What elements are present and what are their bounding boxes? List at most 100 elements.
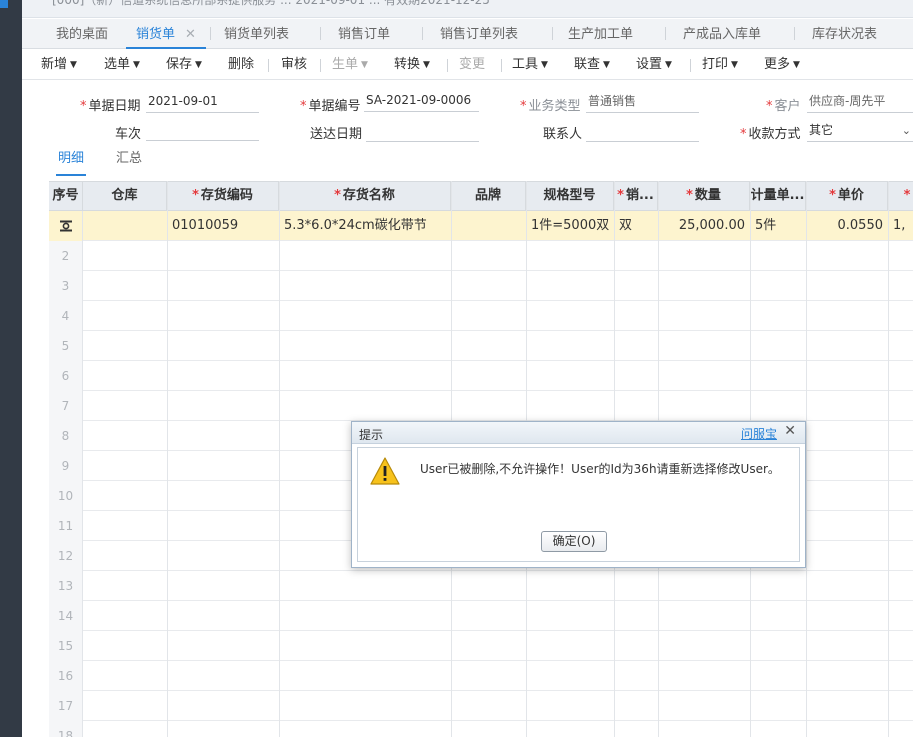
cell-qty[interactable] xyxy=(658,361,750,391)
cell-price[interactable] xyxy=(806,241,888,271)
cell-amount[interactable] xyxy=(888,361,913,391)
cell-brand[interactable] xyxy=(451,241,526,271)
cell-code[interactable] xyxy=(167,271,279,301)
cell-warehouse[interactable] xyxy=(83,421,167,451)
generate-doc-button[interactable]: 生单 ▼ xyxy=(332,50,368,80)
cell-warehouse[interactable] xyxy=(83,631,167,661)
tab-sales-delivery[interactable]: 销货单 ✕ xyxy=(126,19,206,49)
col-header-brand[interactable]: 品牌 xyxy=(451,182,526,210)
cell-brand[interactable] xyxy=(451,721,526,737)
tab-sales-order-list[interactable]: 销售订单列表 xyxy=(440,19,518,49)
close-icon[interactable]: ✕ xyxy=(784,423,796,439)
cell-spec[interactable] xyxy=(526,661,614,691)
cell-unit[interactable] xyxy=(750,361,806,391)
cell-price[interactable] xyxy=(806,571,888,601)
cell-qty[interactable] xyxy=(658,331,750,361)
cell-sale-unit[interactable] xyxy=(614,661,658,691)
cell-code[interactable] xyxy=(167,391,279,421)
table-row[interactable]: 7 xyxy=(49,391,913,421)
cell-warehouse[interactable] xyxy=(83,691,167,721)
table-row[interactable]: 2 xyxy=(49,241,913,271)
col-header-sale-unit[interactable]: * 销... xyxy=(614,182,658,210)
cell-brand[interactable] xyxy=(451,631,526,661)
cell-amount[interactable] xyxy=(888,451,913,481)
cell-price[interactable] xyxy=(806,691,888,721)
cell-warehouse[interactable] xyxy=(83,211,167,241)
cell-qty[interactable] xyxy=(658,721,750,737)
cell-warehouse[interactable] xyxy=(83,361,167,391)
audit-button[interactable]: 审核 xyxy=(281,50,307,80)
cell-amount[interactable] xyxy=(888,481,913,511)
cell-code[interactable]: 01010059 xyxy=(167,211,279,241)
cell-code[interactable] xyxy=(167,631,279,661)
biz-type-field[interactable]: 普通销售 xyxy=(586,91,699,113)
cell-qty[interactable] xyxy=(658,601,750,631)
payment-method-select[interactable]: 其它 ⌄ xyxy=(807,120,913,142)
cell-code[interactable] xyxy=(167,601,279,631)
cell-brand[interactable] xyxy=(451,661,526,691)
cell-qty[interactable] xyxy=(658,571,750,601)
cell-sale-unit[interactable] xyxy=(614,271,658,301)
table-row[interactable]: 5 xyxy=(49,331,913,361)
cell-warehouse[interactable] xyxy=(83,601,167,631)
vehicle-field[interactable] xyxy=(146,119,259,141)
cell-unit[interactable] xyxy=(750,391,806,421)
cell-brand[interactable] xyxy=(451,691,526,721)
cell-amount[interactable] xyxy=(888,721,913,737)
cell-amount[interactable] xyxy=(888,241,913,271)
cell-name[interactable] xyxy=(279,301,451,331)
cell-spec[interactable] xyxy=(526,271,614,301)
cell-qty[interactable] xyxy=(658,301,750,331)
cell-spec[interactable] xyxy=(526,301,614,331)
cell-price[interactable] xyxy=(806,451,888,481)
cell-brand[interactable] xyxy=(451,571,526,601)
tab-sales-order[interactable]: 销售订单 xyxy=(338,19,390,49)
cell-name[interactable] xyxy=(279,661,451,691)
cell-warehouse[interactable] xyxy=(83,451,167,481)
cell-price[interactable] xyxy=(806,331,888,361)
cell-sale-unit[interactable] xyxy=(614,721,658,737)
cell-price[interactable] xyxy=(806,601,888,631)
cell-warehouse[interactable] xyxy=(83,661,167,691)
cell-amount[interactable] xyxy=(888,601,913,631)
cell-unit[interactable] xyxy=(750,241,806,271)
cell-brand[interactable] xyxy=(451,361,526,391)
cell-sale-unit[interactable] xyxy=(614,631,658,661)
cell-sale-unit[interactable]: 双 xyxy=(614,211,658,241)
cell-name[interactable] xyxy=(279,571,451,601)
cell-unit[interactable] xyxy=(750,691,806,721)
cell-amount[interactable] xyxy=(888,391,913,421)
customer-field[interactable]: 供应商-周先平 xyxy=(807,91,913,113)
cell-code[interactable] xyxy=(167,571,279,601)
col-header-warehouse[interactable]: 仓库 xyxy=(83,182,167,210)
col-header-item-code[interactable]: * 存货编码 xyxy=(167,182,279,210)
cell-name[interactable]: 5.3*6.0*24cm碳化带节 xyxy=(279,211,451,241)
help-link[interactable]: 问服宝 xyxy=(741,425,777,442)
cell-sale-unit[interactable] xyxy=(614,361,658,391)
ok-button[interactable]: 确定(O) xyxy=(541,531,607,552)
cell-price[interactable] xyxy=(806,541,888,571)
table-row[interactable]: 17 xyxy=(49,691,913,721)
doc-no-field[interactable]: SA-2021-09-0006 xyxy=(364,90,479,112)
cell-spec[interactable] xyxy=(526,631,614,661)
cell-spec[interactable] xyxy=(526,331,614,361)
cell-name[interactable] xyxy=(279,331,451,361)
dialog-title-bar[interactable]: 提示 问服宝 ✕ xyxy=(352,422,805,444)
cell-name[interactable] xyxy=(279,271,451,301)
cell-amount[interactable] xyxy=(888,421,913,451)
more-button[interactable]: 更多 ▼ xyxy=(764,50,800,80)
cell-price[interactable] xyxy=(806,271,888,301)
cell-sale-unit[interactable] xyxy=(614,691,658,721)
cell-code[interactable] xyxy=(167,541,279,571)
cell-brand[interactable] xyxy=(451,211,526,241)
linked-query-button[interactable]: 联查 ▼ xyxy=(574,50,610,80)
cell-qty[interactable] xyxy=(658,241,750,271)
cell-amount[interactable] xyxy=(888,301,913,331)
col-header-spec[interactable]: 规格型号 xyxy=(526,182,614,210)
cell-sale-unit[interactable] xyxy=(614,601,658,631)
cell-name[interactable] xyxy=(279,691,451,721)
delete-button[interactable]: 删除 xyxy=(228,50,254,80)
select-source-button[interactable]: 选单 ▼ xyxy=(104,50,140,80)
cell-name[interactable] xyxy=(279,601,451,631)
cell-qty[interactable] xyxy=(658,391,750,421)
